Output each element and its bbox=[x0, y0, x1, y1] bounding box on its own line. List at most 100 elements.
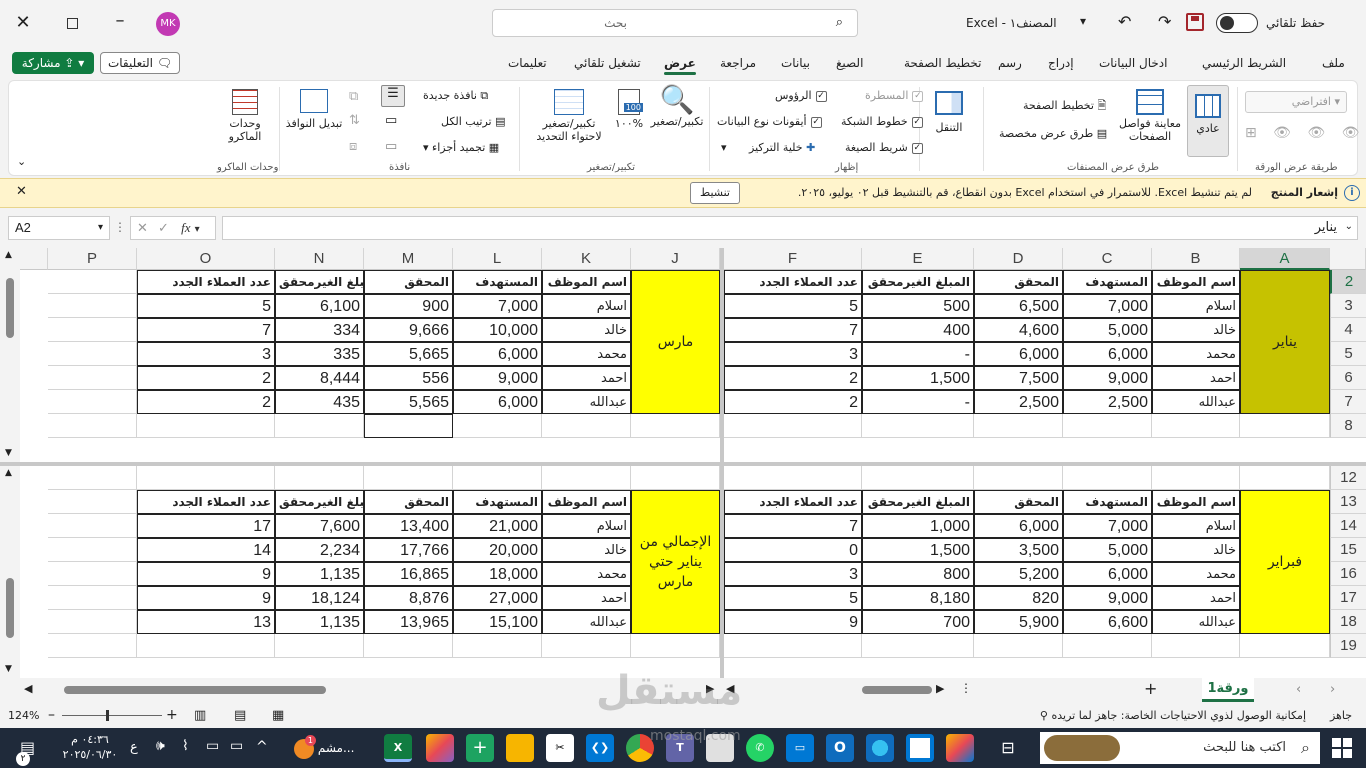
close-window-icon[interactable]: ✕ bbox=[8, 12, 38, 36]
page-layout-button[interactable]: تخطيط الصفحة 🗎 bbox=[1023, 97, 1106, 116]
scroll-right-icon-2[interactable]: ▶ bbox=[936, 682, 944, 695]
value-cell[interactable]: 5 bbox=[724, 586, 862, 610]
store-icon[interactable] bbox=[906, 734, 934, 762]
grid-cell[interactable] bbox=[631, 414, 720, 438]
value-cell[interactable]: 2 bbox=[724, 390, 862, 414]
grid-cell[interactable] bbox=[48, 538, 137, 562]
more-options-icon[interactable]: ⋮ bbox=[114, 220, 126, 234]
column-header-p[interactable]: P bbox=[48, 248, 137, 270]
value-cell[interactable]: 7 bbox=[137, 318, 275, 342]
grid-cell[interactable] bbox=[862, 466, 974, 490]
hide-icon[interactable]: ▭ bbox=[385, 113, 397, 128]
zoom-in-icon[interactable]: + bbox=[166, 707, 178, 723]
grid-cell[interactable] bbox=[137, 466, 275, 490]
row-header-13[interactable]: 13 bbox=[1330, 490, 1366, 514]
zoom-selection-button[interactable]: تكبير/تصغير لاحتواء التحديد bbox=[529, 85, 609, 155]
grid-cell[interactable] bbox=[974, 414, 1063, 438]
value-cell[interactable]: 6,000 bbox=[1063, 562, 1152, 586]
clock[interactable]: ٠٤:٣٦ م ٢٠٢٥/٠٦/٣٠ bbox=[58, 732, 122, 762]
value-cell[interactable]: 6,000 bbox=[1063, 342, 1152, 366]
value-cell[interactable]: 10,000 bbox=[453, 318, 542, 342]
grid-cell[interactable] bbox=[1240, 634, 1330, 658]
vertical-scrollbar-2[interactable] bbox=[0, 466, 20, 678]
value-cell[interactable]: 7 bbox=[724, 514, 862, 538]
column-header-d[interactable]: D bbox=[974, 248, 1063, 270]
comments-button[interactable]: التعليقات 🗨 bbox=[100, 52, 180, 74]
grid-cell[interactable] bbox=[48, 366, 137, 390]
grid-cell[interactable] bbox=[862, 634, 974, 658]
grid-cell[interactable] bbox=[1063, 466, 1152, 490]
horizontal-scrollbar-thumb[interactable] bbox=[64, 686, 326, 694]
grid-cell[interactable] bbox=[48, 562, 137, 586]
grid-cell[interactable] bbox=[542, 466, 631, 490]
tab-options-icon[interactable]: ⋮ bbox=[960, 681, 972, 695]
name-box[interactable]: A2 ▾ bbox=[8, 216, 110, 240]
value-cell[interactable]: 5,200 bbox=[974, 562, 1063, 586]
employee-name-cell[interactable]: عبدالله bbox=[1152, 610, 1240, 634]
scroll-left-icon-2[interactable]: ◀ bbox=[726, 682, 734, 695]
month-label-march[interactable]: مارس bbox=[631, 270, 720, 414]
value-cell[interactable]: 5,000 bbox=[1063, 538, 1152, 562]
select-all-corner[interactable] bbox=[1330, 248, 1366, 270]
employee-name-cell[interactable]: عبدالله bbox=[1152, 390, 1240, 414]
scroll-left-icon[interactable]: ◀ bbox=[24, 682, 32, 695]
value-cell[interactable]: 2 bbox=[137, 390, 275, 414]
teams-icon[interactable]: T bbox=[666, 734, 694, 762]
value-cell[interactable]: 2 bbox=[724, 366, 862, 390]
column-header-c[interactable]: C bbox=[1063, 248, 1152, 270]
tab-help[interactable]: تعليمات bbox=[508, 56, 547, 70]
grid-cell[interactable] bbox=[48, 342, 137, 366]
confirm-formula-icon[interactable]: ✓ bbox=[158, 221, 169, 236]
battery-icon[interactable]: ▭ bbox=[206, 738, 219, 754]
value-cell[interactable]: 14 bbox=[137, 538, 275, 562]
employee-name-cell[interactable]: خالد bbox=[1152, 318, 1240, 342]
scroll-up-icon-1[interactable]: ▲ bbox=[5, 250, 12, 260]
value-cell[interactable]: 27,000 bbox=[453, 586, 542, 610]
grid-cell[interactable] bbox=[275, 466, 364, 490]
tab-view[interactable]: عرض bbox=[664, 56, 696, 75]
value-cell[interactable]: 9,000 bbox=[1063, 586, 1152, 610]
employee-name-cell[interactable]: احمد bbox=[1152, 366, 1240, 390]
grid-cell[interactable] bbox=[275, 634, 364, 658]
data-type-icons-checkbox[interactable]: أيقونات نوع البيانات ✓ bbox=[717, 115, 822, 128]
gridlines-checkbox[interactable]: خطوط الشبكة ✓ bbox=[841, 115, 923, 128]
value-cell[interactable]: 4,600 bbox=[974, 318, 1063, 342]
value-cell[interactable]: 21,000 bbox=[453, 514, 542, 538]
add-sheet-icon[interactable]: + bbox=[1144, 679, 1157, 698]
value-cell[interactable]: 5 bbox=[137, 294, 275, 318]
employee-name-cell[interactable]: خالد bbox=[542, 318, 631, 342]
value-cell[interactable]: 18,000 bbox=[453, 562, 542, 586]
tab-data[interactable]: بيانات bbox=[781, 56, 810, 70]
value-cell[interactable]: 16,865 bbox=[364, 562, 453, 586]
chrome-icon[interactable] bbox=[626, 734, 654, 762]
value-cell[interactable]: 2,500 bbox=[974, 390, 1063, 414]
capcut-icon[interactable]: ✂ bbox=[546, 734, 574, 762]
zoom-out-icon[interactable]: – bbox=[48, 707, 55, 723]
value-cell[interactable]: 820 bbox=[974, 586, 1063, 610]
employee-name-cell[interactable]: اسلام bbox=[1152, 514, 1240, 538]
column-header-k[interactable]: K bbox=[542, 248, 631, 270]
input-language[interactable]: ع bbox=[130, 740, 138, 755]
grid-cell[interactable] bbox=[1063, 414, 1152, 438]
grid-cell[interactable] bbox=[48, 270, 137, 294]
grid-cell[interactable] bbox=[48, 414, 137, 438]
unhide-icon[interactable]: ▭ bbox=[385, 139, 397, 154]
grid-cell[interactable] bbox=[1240, 414, 1330, 438]
tab-data-entry[interactable]: ادخال البيانات bbox=[1099, 56, 1167, 70]
formula-input[interactable]: يناير ⌄ bbox=[222, 216, 1358, 240]
grid-cell[interactable] bbox=[364, 466, 453, 490]
copilot-icon[interactable] bbox=[946, 734, 974, 762]
scroll-down-icon-2[interactable]: ▼ bbox=[5, 664, 12, 674]
tab-insert[interactable]: إدراج bbox=[1048, 56, 1074, 70]
employee-name-cell[interactable]: خالد bbox=[1152, 538, 1240, 562]
column-header-j[interactable]: J bbox=[631, 248, 720, 270]
horizontal-scrollbar-thumb-2[interactable] bbox=[862, 686, 932, 694]
column-header-m[interactable]: M bbox=[364, 248, 453, 270]
month-label-total[interactable]: الإجمالي من يناير حتي مارس bbox=[631, 490, 720, 634]
value-cell[interactable]: 800 bbox=[862, 562, 974, 586]
value-cell[interactable]: 7,500 bbox=[974, 366, 1063, 390]
month-label-january[interactable]: يناير bbox=[1240, 270, 1330, 414]
row-header-18[interactable]: 18 bbox=[1330, 610, 1366, 634]
value-cell[interactable]: 20,000 bbox=[453, 538, 542, 562]
value-cell[interactable]: 17 bbox=[137, 514, 275, 538]
